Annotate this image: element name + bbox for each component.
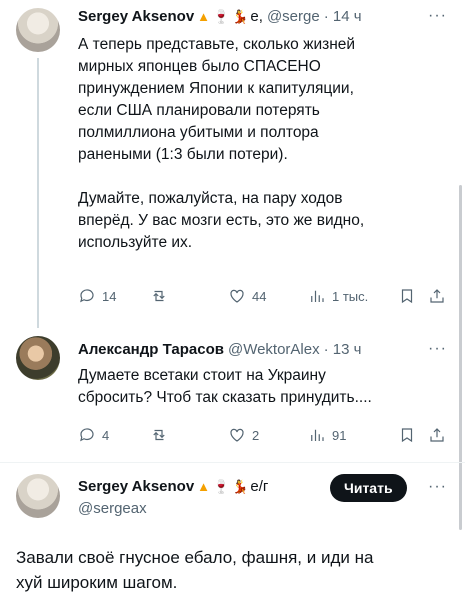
reply-button[interactable]: 4 [78,426,150,444]
text-line: мирных японцев было СПАСЕНО [78,58,321,75]
tweet-header: Sergey Aksenov ▲ 🍷 💃 е/г [78,478,268,495]
wine-glass-icon: 🍷 [213,478,230,494]
tweet-actions: 4 2 91 [78,426,448,444]
timestamp[interactable]: · 13 ч [324,341,362,358]
author-name[interactable]: Sergey Aksenov [78,478,194,495]
text-line: Думаете всетаки стоит на Украину [78,367,326,384]
text-line: используйте их. [78,234,193,251]
name-suffix: е/г [250,478,269,495]
author-handle[interactable]: @WektorAlex [228,341,320,358]
follow-read-button[interactable]: Читать [330,474,407,502]
avatar[interactable] [16,474,60,518]
more-options-icon[interactable]: ··· [428,7,447,25]
text-line: полмиллиона убитыми и полтора [78,124,319,141]
retweet-button[interactable] [150,426,228,444]
warning-triangle-icon: ▲ [197,479,211,494]
dancer-icon: 💃 [232,8,249,24]
share-icon [430,289,444,303]
like-icon [230,289,244,303]
views-icon [311,429,324,441]
text-line: вперёд. У вас мозги есть, это же видно, [78,212,365,229]
timestamp[interactable]: · 14 ч [324,8,362,25]
author-name[interactable]: Sergey Aksenov [78,8,194,25]
tweet-actions: 14 44 1 тыс. [78,287,448,305]
text-line: принуждением Японии к капитуляции, [78,80,354,97]
tweet-text: Думаете всетаки стоит на Украину сбросит… [78,365,372,409]
avatar[interactable] [16,8,60,52]
thread-line [37,58,39,328]
bookmark-button[interactable] [398,426,428,444]
text-line: хуй широким шагом. [16,573,178,592]
text-line: Думайте, пожалуйста, на пару ходов [78,190,343,207]
avatar[interactable] [16,336,60,380]
tweet-header: Sergey Aksenov ▲ 🍷 💃 е, @serge · 14 ч [78,8,362,25]
retweet-icon [153,429,165,441]
reply-icon [80,289,94,303]
reply-button[interactable]: 14 [78,287,150,305]
dancer-icon: 💃 [232,478,249,494]
like-icon [230,428,244,442]
like-button[interactable]: 44 [228,287,308,305]
text-line: А теперь представьте, сколько жизней [78,36,356,53]
views-button[interactable]: 1 тыс. [308,287,398,305]
text-line: Завали своё гнусное ебало, фашня, и иди … [16,548,374,567]
bookmark-icon [401,428,413,443]
author-handle-row: @sergeax [78,500,147,517]
reply-count: 14 [102,288,117,304]
share-button[interactable] [428,287,446,305]
tweet-text: Завали своё гнусное ебало, фашня, и иди … [16,545,373,595]
tweet-text: А теперь представьте, сколько жизней мир… [78,34,364,254]
reply-icon [80,428,94,442]
retweet-icon [153,290,165,302]
views-count: 91 [332,427,347,443]
share-icon [430,428,444,442]
author-handle[interactable]: @serge [267,8,320,25]
reply-count: 4 [102,427,110,443]
warning-triangle-icon: ▲ [197,9,211,24]
share-button[interactable] [428,426,446,444]
wine-glass-icon: 🍷 [213,8,230,24]
author-handle[interactable]: @sergeax [78,500,147,517]
retweet-button[interactable] [150,287,228,305]
like-count: 2 [252,427,260,443]
text-line: если США планировали потерять [78,102,320,119]
author-name[interactable]: Александр Тарасов [78,341,224,358]
text-line: сбросить? Чтоб так сказать принудить.... [78,389,372,406]
like-count: 44 [252,288,267,304]
text-line: ранеными (1:3 были потери). [78,146,288,163]
bookmark-button[interactable] [398,287,428,305]
more-options-icon[interactable]: ··· [428,478,447,496]
bookmark-icon [401,289,413,304]
like-button[interactable]: 2 [228,426,308,444]
divider [0,462,465,463]
views-count: 1 тыс. [332,288,369,304]
name-suffix: е, [250,8,263,25]
scrollbar[interactable] [459,185,462,530]
views-button[interactable]: 91 [308,426,398,444]
more-options-icon[interactable]: ··· [428,340,447,358]
views-icon [311,290,324,302]
tweet-header: Александр Тарасов @WektorAlex · 13 ч [78,341,361,358]
